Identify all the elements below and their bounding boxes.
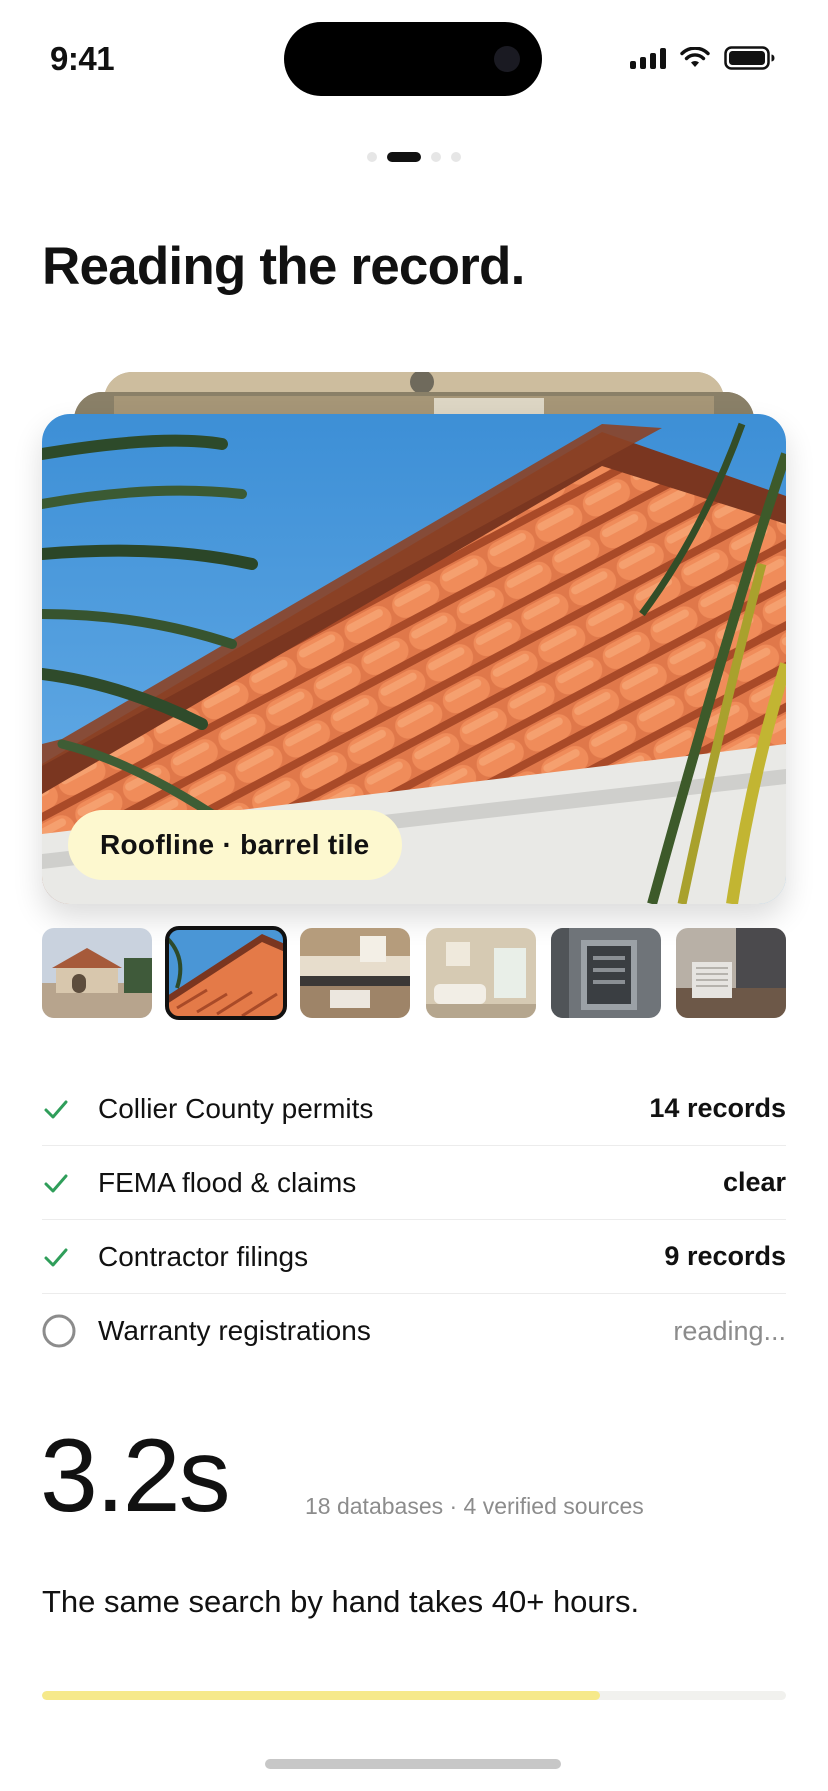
thumbnail-strip (42, 926, 786, 1020)
thumbnail-electrical-panel[interactable] (550, 928, 661, 1018)
checklist-row: Warranty registrations reading... (42, 1294, 786, 1368)
checklist-value: clear (722, 1167, 786, 1197)
thumbnail-living-room[interactable] (425, 928, 536, 1018)
status-bar: 9:41 (0, 0, 828, 120)
dynamic-island (284, 22, 542, 96)
page-dot[interactable] (367, 152, 377, 162)
checkmark-icon (42, 1171, 98, 1195)
thumbnail-kitchen[interactable] (300, 928, 411, 1018)
home-indicator[interactable] (265, 1759, 561, 1769)
battery-icon (724, 46, 775, 70)
cellular-signal-icon (630, 47, 666, 69)
main-photo-roof[interactable]: Roofline · barrel tile (42, 414, 786, 904)
checklist-row: FEMA flood & claims clear (42, 1146, 786, 1220)
camera-icon (494, 46, 520, 72)
page-title: Reading the record. (42, 237, 525, 296)
checklist-label: FEMA flood & claims (98, 1166, 357, 1198)
progress-bar-fill (42, 1691, 600, 1700)
pending-circle-icon (42, 1313, 98, 1349)
checklist-row: Contractor filings 9 records (42, 1220, 786, 1294)
checklist-value: 9 records (664, 1241, 786, 1271)
status-time: 9:41 (50, 40, 115, 77)
search-duration-stat: 3.2s (40, 1418, 231, 1534)
checklist-row: Collier County permits 14 records (42, 1072, 786, 1146)
checklist-label: Warranty registrations (98, 1315, 371, 1346)
checklist-label: Collier County permits (98, 1092, 374, 1124)
thumbnail-house-exterior[interactable] (42, 928, 152, 1018)
page-indicator[interactable] (0, 152, 828, 162)
checklist-label: Contractor filings (98, 1240, 309, 1272)
checkmark-icon (42, 1097, 98, 1121)
thumbnail-roof-tile-selected[interactable] (165, 926, 288, 1020)
wifi-icon (680, 47, 710, 67)
stat-subtitle: 18 databases · 4 verified sources (305, 1493, 644, 1519)
checklist-value-pending: reading... (673, 1315, 786, 1346)
checklist-value: 14 records (649, 1093, 786, 1123)
comparison-tagline: The same search by hand takes 40+ hours. (42, 1584, 640, 1619)
status-icons (630, 46, 776, 70)
page-dot[interactable] (431, 152, 441, 162)
page-dot-active[interactable] (387, 152, 421, 162)
page-dot[interactable] (451, 152, 461, 162)
thumbnail-ac-unit[interactable] (675, 928, 786, 1018)
checkmark-icon (42, 1245, 98, 1269)
source-checklist: Collier County permits 14 records FEMA f… (42, 1072, 786, 1368)
progress-bar (42, 1691, 786, 1700)
photo-label-chip: Roofline · barrel tile (68, 810, 402, 880)
